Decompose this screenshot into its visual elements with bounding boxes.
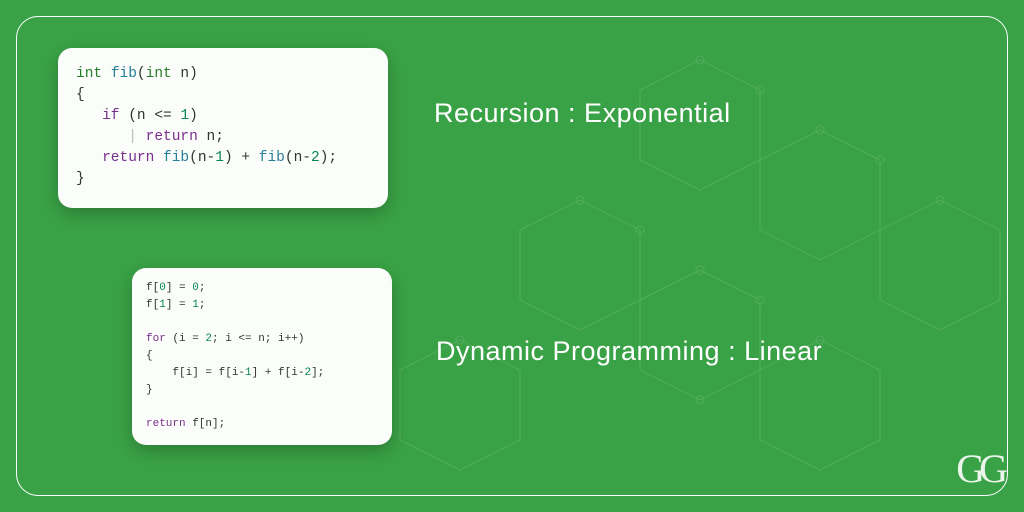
code-token bbox=[76, 108, 102, 124]
code-token: (i = bbox=[166, 333, 206, 345]
code-token: 0 bbox=[159, 282, 166, 294]
code-token: f[i] = f[i- bbox=[172, 367, 245, 379]
code-token: ); bbox=[320, 150, 337, 166]
code-token: ; bbox=[199, 299, 206, 311]
code-token: } bbox=[146, 384, 153, 396]
code-token: 1 bbox=[215, 150, 224, 166]
site-logo: GG bbox=[956, 445, 1002, 492]
code-token: int bbox=[76, 66, 102, 82]
code-token: int bbox=[146, 66, 172, 82]
code-token: ] = bbox=[166, 282, 192, 294]
code-token: ( bbox=[137, 66, 146, 82]
code-token: return bbox=[146, 418, 186, 430]
code-token bbox=[76, 150, 102, 166]
code-token: { bbox=[146, 350, 153, 362]
code-token: (n- bbox=[285, 150, 311, 166]
code-token: ] + f[i- bbox=[252, 367, 305, 379]
code-token: ) bbox=[189, 108, 198, 124]
code-card-dp: f[0] = 0; f[1] = 1; for (i = 2; i <= n; … bbox=[132, 268, 392, 445]
code-token: 1 bbox=[159, 299, 166, 311]
code-token: ; i <= n; i++) bbox=[212, 333, 304, 345]
code-token: fib bbox=[111, 66, 137, 82]
code-token: n) bbox=[172, 66, 198, 82]
label-dp: Dynamic Programming : Linear bbox=[436, 336, 822, 367]
code-token: ] = bbox=[166, 299, 192, 311]
label-recursion: Recursion : Exponential bbox=[434, 98, 731, 129]
code-token: 2 bbox=[311, 150, 320, 166]
code-token bbox=[154, 150, 163, 166]
code-token: 0 bbox=[192, 282, 199, 294]
code-token bbox=[146, 367, 172, 379]
code-token: f[ bbox=[146, 299, 159, 311]
code-token: f[n]; bbox=[186, 418, 226, 430]
code-token: f[ bbox=[146, 282, 159, 294]
code-token: 1 bbox=[245, 367, 252, 379]
code-token: (n- bbox=[189, 150, 215, 166]
code-token bbox=[146, 316, 153, 328]
code-token: } bbox=[76, 171, 85, 187]
code-token: | bbox=[128, 129, 145, 145]
code-token: ]; bbox=[311, 367, 324, 379]
code-token: ; bbox=[199, 282, 206, 294]
code-token: if bbox=[102, 108, 119, 124]
code-token: fib bbox=[259, 150, 285, 166]
code-token: { bbox=[76, 87, 85, 103]
code-token: return bbox=[146, 129, 198, 145]
code-card-recursion: int fib(int n) { if (n <= 1) | return n;… bbox=[58, 48, 388, 208]
code-token bbox=[76, 129, 128, 145]
code-token: 1 bbox=[180, 108, 189, 124]
code-token: (n <= bbox=[120, 108, 181, 124]
code-token: 1 bbox=[192, 299, 199, 311]
code-token bbox=[146, 401, 153, 413]
code-token: ) + bbox=[224, 150, 259, 166]
code-token: fib bbox=[163, 150, 189, 166]
code-token: for bbox=[146, 333, 166, 345]
code-token: return bbox=[102, 150, 154, 166]
code-token: n; bbox=[198, 129, 224, 145]
